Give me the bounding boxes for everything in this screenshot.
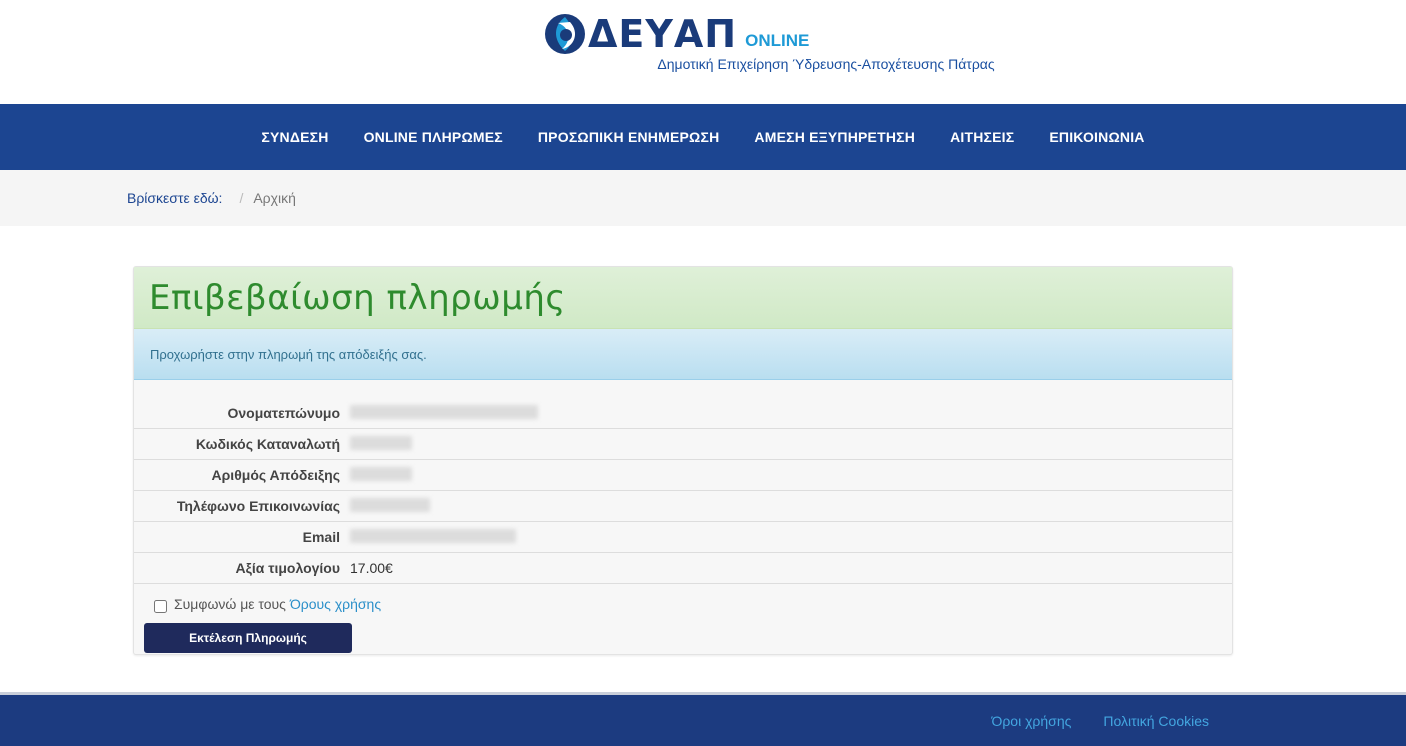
- water-drop-logo-icon: [545, 14, 585, 54]
- site-logo[interactable]: ΔΕΥΑΠ ONLINE: [544, 13, 809, 55]
- terms-agreement[interactable]: Συμφωνώ με τους Όρους χρήσης: [134, 594, 1232, 613]
- nav-item-login[interactable]: ΣΥΝΔΕΣΗ: [244, 129, 346, 145]
- nav-item-online-payments[interactable]: ONLINE ΠΛΗΡΩΜΕΣ: [346, 129, 520, 145]
- row-label-receipt-number: Αριθμός Απόδειξης: [211, 467, 340, 483]
- row-label-phone: Τηλέφωνο Επικοινωνίας: [176, 498, 340, 514]
- row-label-email: Email: [302, 529, 340, 545]
- site-header: ΔΕΥΑΠ ONLINE Δημοτική Επιχείρηση Ύδρευση…: [0, 0, 1406, 104]
- main-navbar: ΣΥΝΔΕΣΗ ONLINE ΠΛΗΡΩΜΕΣ ΠΡΟΣΩΠΙΚΗ ΕΝΗΜΕΡ…: [0, 104, 1406, 170]
- terms-checkbox[interactable]: [154, 600, 167, 613]
- table-row: Αριθμός Απόδειξης: [134, 460, 1232, 491]
- tagline-text: Δημοτική Επιχείρηση Ύδρευσης-Αποχέτευσης…: [657, 56, 995, 72]
- row-value-email: [350, 528, 516, 546]
- nav-item-applications[interactable]: ΑΙΤΗΣΕΙΣ: [933, 129, 1032, 145]
- row-value-receipt-number: [350, 466, 412, 484]
- row-value-invoice-amount: 17.00€: [350, 560, 393, 576]
- terms-agreement-text: Συμφωνώ με τους: [174, 595, 286, 612]
- nav-item-personal-info[interactable]: ΠΡΟΣΩΠΙΚΗ ΕΝΗΜΕΡΩΣΗ: [520, 129, 737, 145]
- footer-link-terms[interactable]: Όροι χρήσης: [991, 713, 1071, 729]
- footer-link-cookies[interactable]: Πολιτική Cookies: [1103, 713, 1209, 729]
- terms-link[interactable]: Όρους χρήσης: [290, 596, 381, 612]
- table-row: Ονοματεπώνυμο: [134, 398, 1232, 429]
- info-alert: Προχωρήστε στην πληρωμή της απόδειξής σα…: [134, 329, 1232, 380]
- table-row: Αξία τιμολογίου 17.00€: [134, 553, 1232, 584]
- table-row: Τηλέφωνο Επικοινωνίας: [134, 491, 1232, 522]
- payment-details-table: Ονοματεπώνυμο Κωδικός Καταναλωτή Αριθμός…: [134, 398, 1232, 584]
- breadcrumb-current: Αρχική: [253, 190, 296, 206]
- row-label-consumer-code: Κωδικός Καταναλωτή: [195, 436, 340, 452]
- redacted-value: [350, 404, 538, 419]
- table-row: Email: [134, 522, 1232, 553]
- redacted-value: [350, 528, 516, 543]
- row-label-fullname: Ονοματεπώνυμο: [227, 405, 341, 421]
- panel-header: Επιβεβαίωση πληρωμής: [134, 267, 1232, 329]
- logo-text: ΔΕΥΑΠ: [588, 12, 738, 56]
- redacted-value: [350, 466, 412, 481]
- info-alert-text: Προχωρήστε στην πληρωμή της απόδειξής σα…: [150, 346, 427, 362]
- nav-item-direct-service[interactable]: ΑΜΕΣΗ ΕΞΥΠΗΡΕΤΗΣΗ: [737, 129, 933, 145]
- breadcrumb: Βρίσκεστε εδώ: / Αρχική: [0, 170, 1406, 226]
- tagline: Δημοτική Επιχείρηση Ύδρευσης-Αποχέτευσης…: [0, 56, 1406, 72]
- breadcrumb-label: Βρίσκεστε εδώ:: [127, 190, 223, 206]
- row-value-fullname: [350, 404, 538, 422]
- nav-item-contact[interactable]: ΕΠΙΚΟΙΝΩΝΙΑ: [1032, 129, 1162, 145]
- page-title: Επιβεβαίωση πληρωμής: [149, 277, 566, 318]
- breadcrumb-separator: /: [239, 190, 244, 206]
- site-footer: Όροι χρήσης Πολιτική Cookies: [0, 692, 1406, 746]
- row-value-consumer-code: [350, 435, 412, 453]
- redacted-value: [350, 435, 412, 450]
- execute-payment-button[interactable]: Εκτέλεση Πληρωμής: [144, 623, 352, 653]
- redacted-value: [350, 497, 430, 512]
- row-label-invoice-amount: Αξία τιμολογίου: [235, 560, 340, 576]
- logo-online: ONLINE: [745, 31, 810, 50]
- row-value-phone: [350, 497, 430, 515]
- table-row: Κωδικός Καταναλωτή: [134, 429, 1232, 460]
- payment-confirmation-panel: Επιβεβαίωση πληρωμής Προχωρήστε στην πλη…: [133, 266, 1233, 655]
